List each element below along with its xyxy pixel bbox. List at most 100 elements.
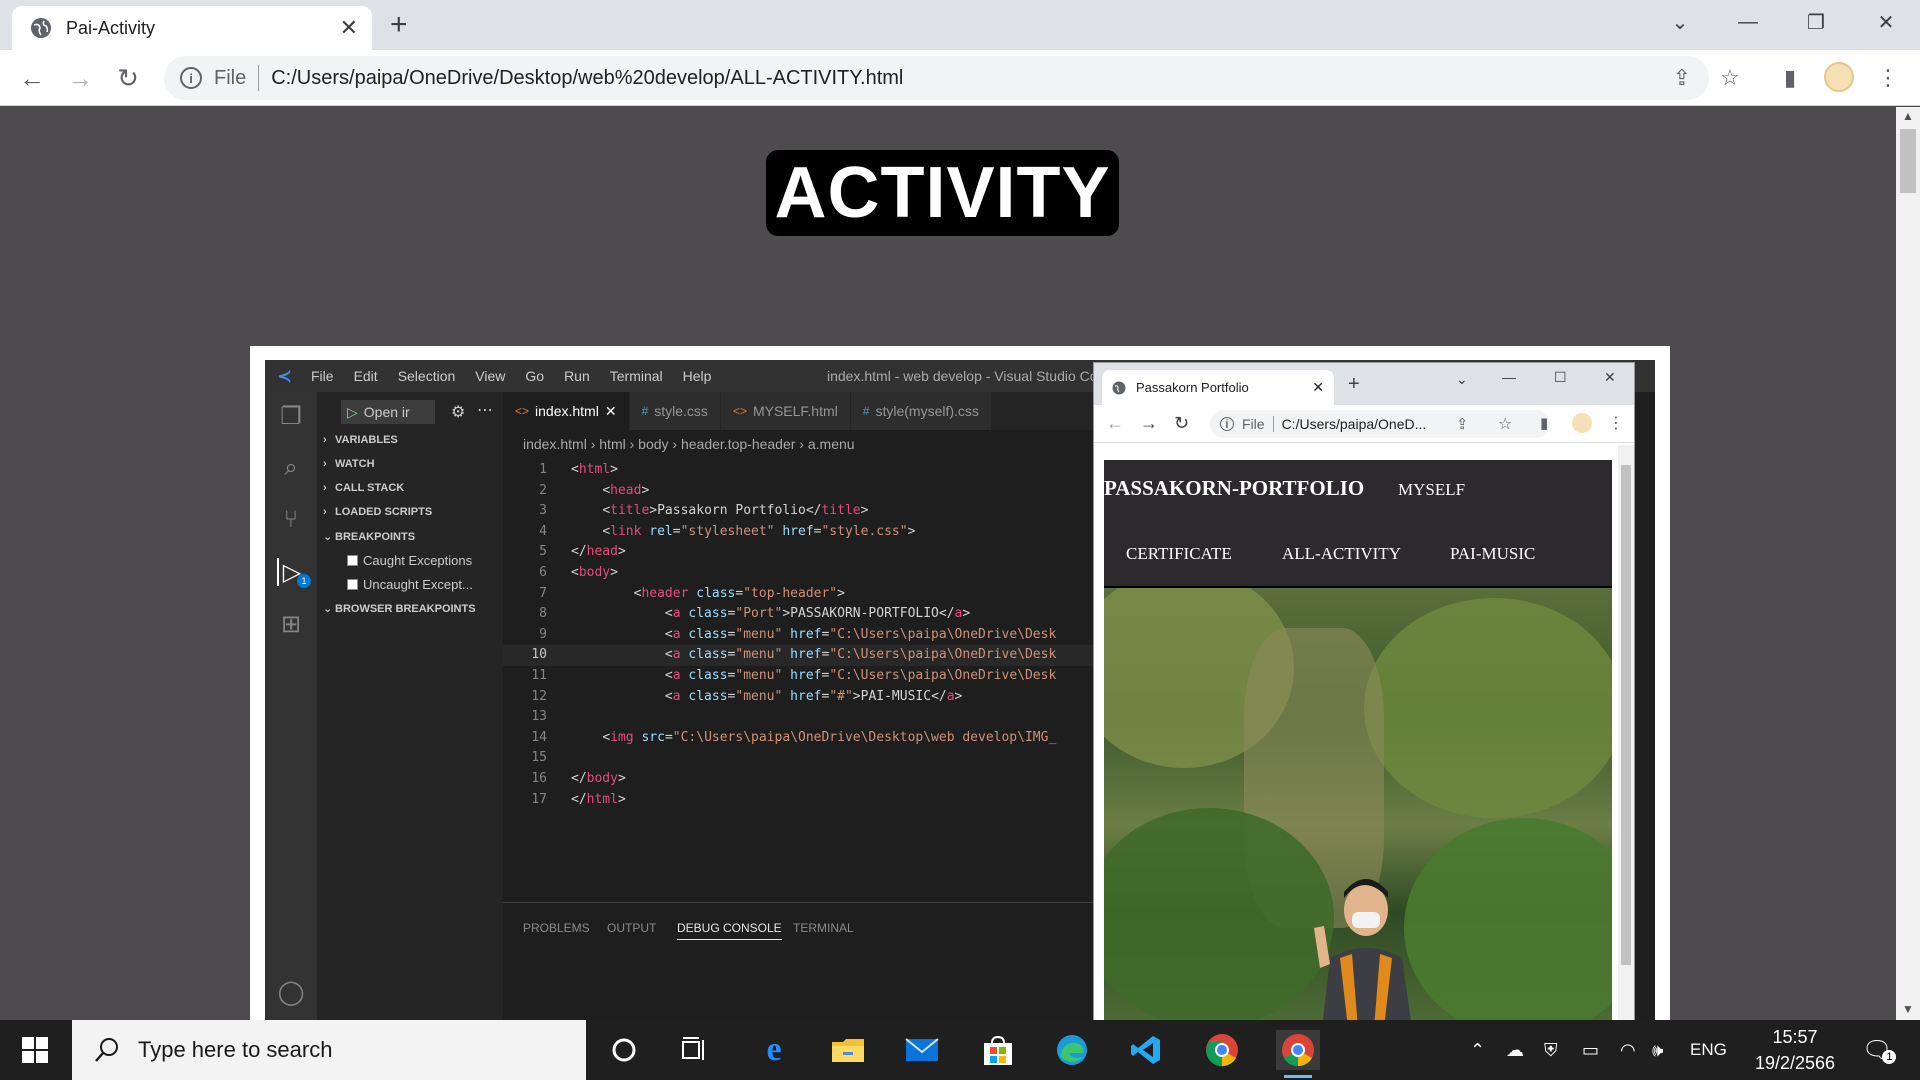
checkbox-box[interactable] bbox=[347, 555, 358, 566]
more-actions-icon[interactable]: ⋯ bbox=[477, 400, 493, 420]
menu-help[interactable]: Help bbox=[683, 368, 712, 384]
scroll-down-icon[interactable]: ▼ bbox=[1902, 1002, 1914, 1016]
breadcrumb-item[interactable]: a.menu bbox=[808, 436, 855, 452]
store-icon[interactable] bbox=[976, 1030, 1020, 1070]
reload-button[interactable]: ↻ bbox=[110, 60, 146, 96]
wifi-icon[interactable]: ◠ bbox=[1620, 1020, 1636, 1080]
inner-address-url[interactable]: C:/Users/paipa/OneD... bbox=[1282, 416, 1427, 432]
forward-button[interactable]: → bbox=[1140, 413, 1158, 434]
restore-button[interactable]: ☐ bbox=[1554, 369, 1567, 386]
breadcrumb-item[interactable]: header.top-header bbox=[681, 436, 795, 452]
section-watch[interactable]: › WATCH bbox=[323, 458, 375, 470]
share-icon[interactable]: ⇪ bbox=[1456, 415, 1469, 433]
scroll-up-icon[interactable]: ▲ bbox=[1902, 109, 1914, 123]
source-control-icon[interactable]: ⑂ bbox=[277, 506, 305, 534]
section-breakpoints[interactable]: ⌄ BREAKPOINTS bbox=[323, 530, 415, 543]
bookmark-star-icon[interactable]: ☆ bbox=[1498, 414, 1512, 434]
inner-scrollbar[interactable] bbox=[1618, 445, 1634, 1020]
language-indicator[interactable]: ENG bbox=[1690, 1020, 1727, 1080]
tab-search-icon[interactable]: ⌄ bbox=[1650, 0, 1710, 44]
tab-style-css[interactable]: # style.css bbox=[629, 392, 721, 430]
menu-view[interactable]: View bbox=[475, 368, 505, 384]
taskbar-search[interactable]: Type here to search bbox=[72, 1020, 586, 1080]
bookmark-star-icon[interactable]: ☆ bbox=[1716, 64, 1744, 92]
back-button[interactable]: ← bbox=[14, 60, 50, 96]
onedrive-icon[interactable]: ☁ bbox=[1506, 1020, 1524, 1080]
menu-go[interactable]: Go bbox=[525, 368, 544, 384]
tab-style-myself-css[interactable]: # style(myself).css bbox=[850, 392, 992, 430]
search-icon[interactable]: ⌕ bbox=[277, 454, 305, 482]
menu-file[interactable]: File bbox=[311, 368, 334, 384]
minimize-button[interactable]: — bbox=[1502, 369, 1516, 385]
tab-myself-html[interactable]: <> MYSELF.html bbox=[720, 392, 851, 430]
close-tab-icon[interactable]: ✕ bbox=[1312, 379, 1324, 396]
breadcrumb-item[interactable]: index.html bbox=[523, 436, 587, 452]
code-content[interactable]: 1 <html> 2 <head> 3 <title>Passakorn Port… bbox=[503, 460, 1103, 810]
forward-button[interactable]: → bbox=[62, 60, 98, 96]
scrollbar-thumb[interactable] bbox=[1621, 465, 1631, 965]
caught-exceptions-checkbox[interactable]: Caught Exceptions bbox=[347, 553, 472, 568]
cortana-icon[interactable] bbox=[602, 1030, 646, 1070]
vscode-icon[interactable] bbox=[1124, 1030, 1168, 1070]
mail-icon[interactable] bbox=[900, 1030, 944, 1070]
show-hidden-icons[interactable]: ⌃ bbox=[1470, 1020, 1485, 1080]
panel-tab-output[interactable]: OUTPUT bbox=[607, 921, 656, 935]
share-icon[interactable]: ⇪ bbox=[1668, 64, 1696, 92]
reload-button[interactable]: ↻ bbox=[1174, 413, 1189, 434]
close-icon[interactable]: ✕ bbox=[605, 403, 617, 420]
inner-browser-tab[interactable]: Passakorn Portfolio ✕ bbox=[1102, 370, 1334, 405]
chrome-active-icon[interactable] bbox=[1276, 1030, 1320, 1078]
menu-kebab-icon[interactable]: ⋮ bbox=[1608, 413, 1624, 433]
minimize-button[interactable]: — bbox=[1718, 0, 1778, 44]
side-panel-icon[interactable]: ▮ bbox=[1776, 64, 1804, 92]
address-url[interactable]: C:/Users/paipa/OneDrive/Desktop/web%20de… bbox=[271, 67, 903, 90]
site-menu-certificate[interactable]: CERTIFICATE bbox=[1126, 544, 1232, 564]
back-button[interactable]: ← bbox=[1106, 413, 1124, 434]
side-panel-icon[interactable]: ▮ bbox=[1540, 414, 1548, 432]
menu-run[interactable]: Run bbox=[564, 368, 590, 384]
notification-center-icon[interactable]: 🗨 1 bbox=[1862, 1020, 1897, 1080]
site-menu-pai-music[interactable]: PAI-MUSIC bbox=[1450, 544, 1535, 564]
section-browser-breakpoints[interactable]: ⌄ BROWSER BREAKPOINTS bbox=[323, 602, 476, 615]
account-icon[interactable]: ◯ bbox=[277, 978, 305, 1006]
file-explorer-icon[interactable] bbox=[826, 1030, 870, 1070]
section-call-stack[interactable]: › CALL STACK bbox=[323, 482, 404, 494]
site-menu-all-activity[interactable]: ALL-ACTIVITY bbox=[1282, 544, 1401, 564]
extensions-icon[interactable]: ⊞ bbox=[277, 610, 305, 638]
new-tab-button[interactable]: + bbox=[1348, 373, 1360, 396]
tab-index-html[interactable]: <> index.html ✕ bbox=[503, 392, 630, 430]
battery-icon[interactable]: ▭ bbox=[1582, 1020, 1599, 1080]
panel-tab-problems[interactable]: PROBLEMS bbox=[523, 921, 590, 935]
gear-icon[interactable]: ⚙ bbox=[451, 402, 465, 422]
task-view-icon[interactable] bbox=[672, 1030, 716, 1070]
menu-kebab-icon[interactable]: ⋮ bbox=[1874, 64, 1902, 92]
browser-tab[interactable]: Pai-Activity ✕ bbox=[12, 6, 372, 50]
new-tab-button[interactable]: + bbox=[390, 10, 408, 40]
tab-search-icon[interactable]: ⌄ bbox=[1456, 371, 1468, 388]
security-icon[interactable]: ⛨ bbox=[1544, 1020, 1558, 1080]
section-loaded-scripts[interactable]: › LOADED SCRIPTS bbox=[323, 506, 432, 518]
menu-edit[interactable]: Edit bbox=[354, 368, 378, 384]
checkbox-box[interactable] bbox=[347, 579, 358, 590]
edge-legacy-icon[interactable]: e bbox=[752, 1030, 796, 1070]
debug-launch-button[interactable]: ▷ Open ir bbox=[341, 400, 435, 424]
page-scrollbar[interactable]: ▲ ▼ bbox=[1896, 107, 1920, 1020]
profile-avatar[interactable] bbox=[1824, 62, 1854, 92]
section-variables[interactable]: › VARIABLES bbox=[323, 434, 398, 446]
profile-avatar[interactable] bbox=[1572, 413, 1592, 433]
close-window-button[interactable]: ✕ bbox=[1604, 369, 1616, 386]
close-window-button[interactable]: ✕ bbox=[1856, 0, 1916, 44]
breadcrumb-item[interactable]: html bbox=[599, 436, 625, 452]
explorer-icon[interactable]: ❐ bbox=[277, 402, 305, 430]
uncaught-exceptions-checkbox[interactable]: Uncaught Except... bbox=[347, 577, 473, 592]
chrome-icon[interactable] bbox=[1200, 1030, 1244, 1070]
breadcrumb-item[interactable]: body bbox=[638, 436, 668, 452]
run-debug-icon[interactable]: ▷ 1 bbox=[277, 558, 311, 588]
address-bar[interactable]: i File C:/Users/paipa/OneDrive/Desktop/w… bbox=[164, 56, 1709, 100]
menu-terminal[interactable]: Terminal bbox=[610, 368, 663, 384]
panel-tab-debug-console[interactable]: DEBUG CONSOLE bbox=[677, 921, 782, 940]
panel-tab-terminal[interactable]: TERMINAL bbox=[793, 921, 854, 935]
volume-icon[interactable]: 🕪 bbox=[1652, 1020, 1663, 1080]
info-icon[interactable]: i bbox=[1220, 417, 1234, 431]
start-button[interactable] bbox=[0, 1020, 70, 1080]
